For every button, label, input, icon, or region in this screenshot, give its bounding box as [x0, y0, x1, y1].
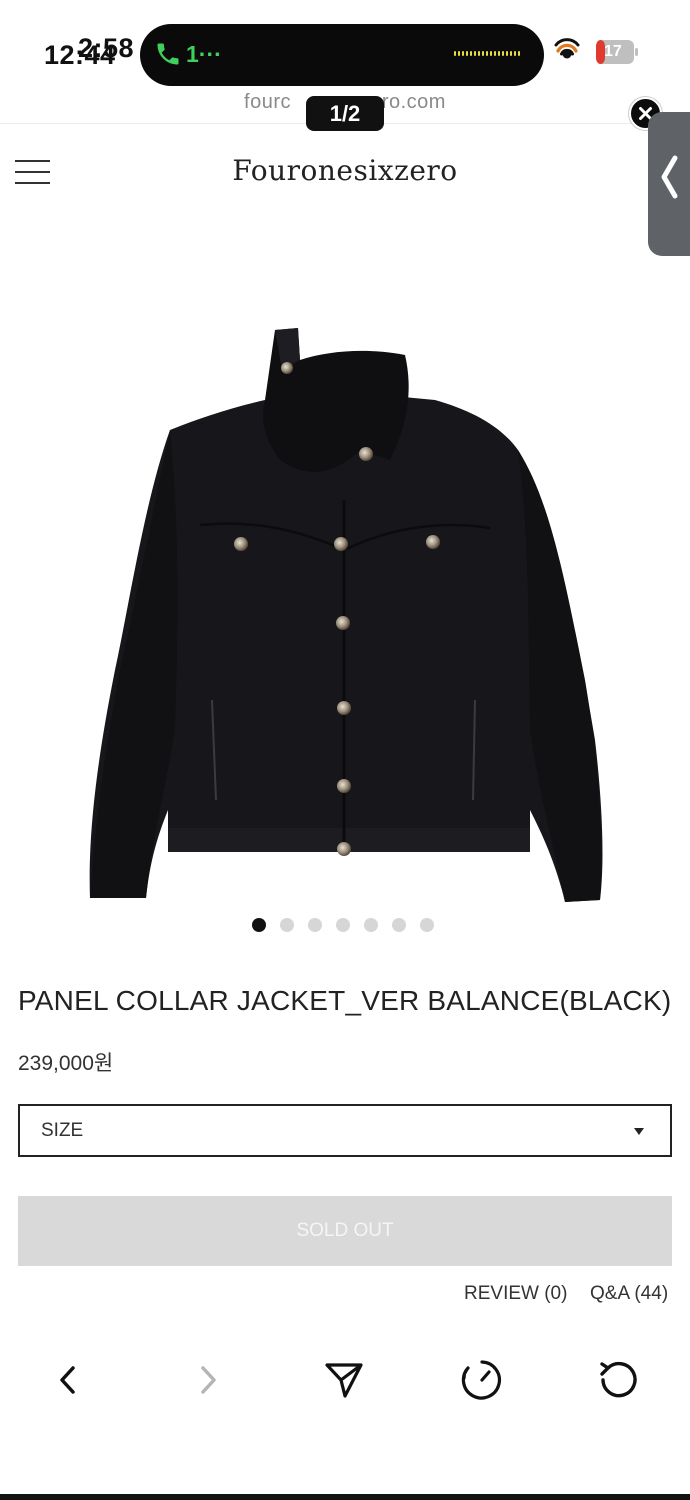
- home-indicator: [0, 1494, 690, 1500]
- chevron-left-icon: [60, 1366, 75, 1394]
- waveform-icon: [454, 51, 522, 57]
- timer-button[interactable]: [454, 1352, 510, 1408]
- browser-toolbar: [0, 1330, 690, 1430]
- carousel-dot[interactable]: [308, 918, 322, 932]
- refresh-icon: [600, 1361, 637, 1398]
- battery-level: 17: [604, 43, 622, 60]
- phone-icon: [157, 43, 179, 65]
- share-button[interactable]: [316, 1352, 372, 1408]
- brand-logo[interactable]: Fouronesixzero: [0, 154, 690, 187]
- hotspot-icon: [554, 38, 580, 59]
- back-button[interactable]: [40, 1352, 96, 1408]
- caret-down-icon: [634, 1128, 644, 1135]
- review-link[interactable]: REVIEW (0): [464, 1283, 567, 1305]
- carousel-dot[interactable]: [364, 918, 378, 932]
- carousel-dot[interactable]: [336, 918, 350, 932]
- black-jacket-image[interactable]: [60, 300, 640, 920]
- qa-link[interactable]: Q&A (44): [590, 1283, 668, 1305]
- sold-out-button[interactable]: SOLD OUT: [18, 1196, 672, 1266]
- carousel-dot[interactable]: [392, 918, 406, 932]
- refresh-button[interactable]: [590, 1352, 646, 1408]
- carousel-dot[interactable]: [420, 918, 434, 932]
- size-select-label: SIZE: [41, 1120, 84, 1141]
- call-duration: 1···: [186, 41, 222, 67]
- image-carousel-dots[interactable]: [252, 918, 434, 932]
- size-select[interactable]: SIZE: [18, 1104, 672, 1157]
- status-time-ghost: 2:58: [78, 33, 135, 63]
- send-icon: [325, 1363, 363, 1398]
- status-bar: 12:44 2:58 1··· 17: [0, 0, 690, 92]
- product-price: 239,000원: [18, 1052, 114, 1075]
- product-title: PANEL COLLAR JACKET_VER BALANCE(BLACK): [18, 985, 672, 1016]
- chevron-right-icon: [201, 1366, 216, 1394]
- carousel-dot[interactable]: [252, 918, 266, 932]
- timer-icon: [461, 1360, 502, 1400]
- page-indicator: 1/2: [306, 96, 384, 131]
- carousel-dot[interactable]: [280, 918, 294, 932]
- forward-button[interactable]: [180, 1352, 236, 1408]
